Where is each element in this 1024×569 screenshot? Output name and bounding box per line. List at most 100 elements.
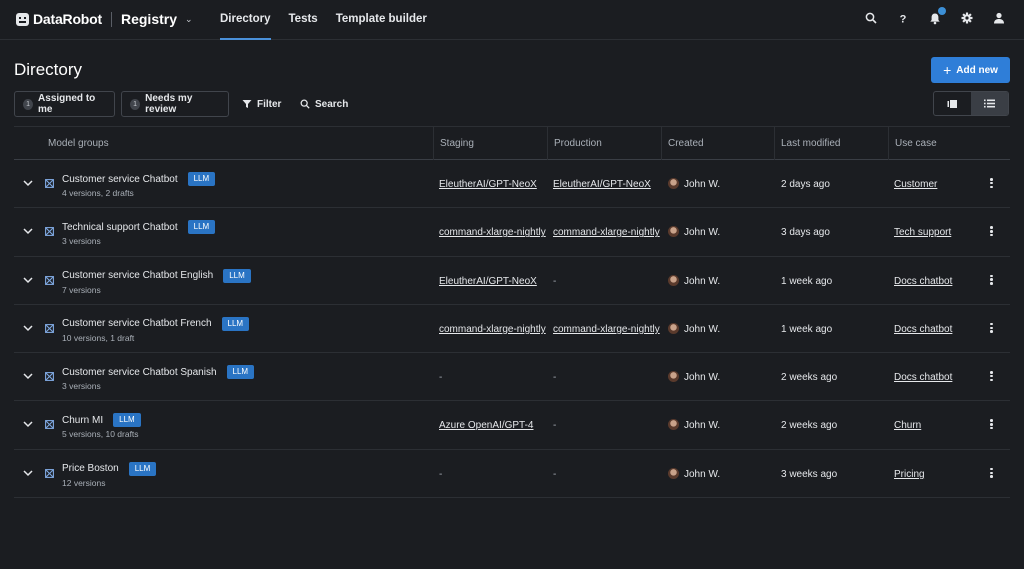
main-tabs: Directory Tests Template builder — [220, 0, 445, 40]
model-group-icon — [45, 275, 54, 285]
model-group-name[interactable]: Technical support Chatbot — [62, 222, 178, 233]
table-row[interactable]: Customer service Chatbot LLM 4 versions,… — [14, 160, 1010, 209]
use-case-link[interactable]: Tech support — [894, 227, 951, 238]
version-count: 12 versions — [62, 477, 106, 488]
assigned-to-me-filter[interactable]: 1 Assigned to me — [14, 91, 115, 117]
review-count: 1 — [130, 98, 141, 110]
search-icon — [300, 99, 310, 109]
more-options-icon[interactable] — [990, 176, 994, 190]
tab-tests[interactable]: Tests — [289, 0, 318, 40]
llm-tag: LLM — [223, 268, 251, 283]
more-options-icon[interactable] — [990, 273, 994, 287]
version-count: 3 versions — [62, 236, 101, 247]
tab-directory[interactable]: Directory — [220, 0, 271, 40]
last-modified: 1 week ago — [781, 275, 833, 287]
use-case-link[interactable]: Customer — [894, 179, 937, 190]
staging-link[interactable]: command-xlarge-nightly — [439, 227, 546, 238]
use-case-link[interactable]: Docs chatbot — [894, 276, 952, 287]
staging-link[interactable]: Azure OpenAI/GPT-4 — [439, 420, 534, 431]
avatar — [668, 274, 679, 286]
model-group-cell: Customer service Chatbot French LLM 10 v… — [62, 316, 250, 343]
llm-tag: LLM — [221, 316, 250, 331]
created-by: John W. — [684, 468, 721, 480]
column-header-model-groups[interactable]: Model groups — [48, 127, 109, 160]
last-modified: 2 weeks ago — [781, 372, 838, 384]
avatar — [668, 178, 679, 189]
model-group-name[interactable]: Churn MI — [62, 415, 103, 426]
staging-link: - — [439, 372, 443, 384]
column-header-staging[interactable]: Staging — [433, 127, 474, 160]
table-row[interactable]: Customer service Chatbot English LLM 7 v… — [14, 257, 1010, 305]
staging-link[interactable]: command-xlarge-nightly — [439, 324, 546, 335]
user-icon[interactable] — [992, 11, 1006, 25]
filter-button[interactable]: Filter — [242, 91, 281, 117]
chevron-down-icon[interactable] — [23, 275, 33, 285]
search-icon[interactable] — [864, 11, 878, 25]
chevron-down-icon[interactable] — [23, 419, 33, 429]
notification-badge — [938, 7, 946, 15]
table-row[interactable]: Customer service Chatbot Spanish LLM 3 v… — [14, 353, 1010, 402]
staging-link[interactable]: EleutherAI/GPT-NeoX — [439, 179, 537, 190]
created-by: John W. — [684, 227, 721, 239]
help-icon[interactable]: ? — [896, 11, 910, 25]
production-link[interactable]: EleutherAI/GPT-NeoX — [553, 179, 651, 190]
tab-template-builder[interactable]: Template builder — [336, 0, 427, 40]
more-options-icon[interactable] — [990, 466, 994, 480]
model-group-name[interactable]: Customer service Chatbot English — [62, 270, 213, 281]
use-case-link[interactable]: Docs chatbot — [894, 372, 952, 383]
table-body: Customer service Chatbot LLM 4 versions,… — [14, 160, 1010, 499]
chevron-down-icon[interactable] — [23, 226, 33, 236]
column-header-created[interactable]: Created — [661, 127, 704, 160]
needs-my-review-filter[interactable]: 1 Needs my review — [121, 91, 229, 117]
column-header-use-case[interactable]: Use case — [888, 127, 937, 160]
card-view-button[interactable] — [934, 92, 971, 115]
use-case-link[interactable]: Docs chatbot — [894, 324, 952, 335]
column-header-last-modified[interactable]: Last modified — [774, 127, 840, 160]
model-group-cell: Churn MI LLM 5 versions, 10 drafts — [62, 413, 141, 439]
search-label: Search — [315, 98, 349, 110]
model-group-name[interactable]: Customer service Chatbot Spanish — [62, 367, 217, 378]
more-options-icon[interactable] — [990, 224, 994, 238]
svg-text:?: ? — [900, 14, 907, 25]
assigned-count: 1 — [23, 98, 34, 110]
table-row[interactable]: Price Boston LLM 12 versions - - John W.… — [14, 450, 1010, 499]
model-group-icon — [45, 227, 54, 237]
more-options-icon[interactable] — [990, 321, 994, 335]
model-group-name[interactable]: Customer service Chatbot — [62, 174, 178, 185]
column-header-production[interactable]: Production — [547, 127, 602, 160]
table-row[interactable]: Technical support Chatbot LLM 3 versions… — [14, 208, 1010, 257]
chevron-down-icon[interactable] — [23, 371, 33, 381]
model-group-name[interactable]: Price Boston — [62, 463, 119, 474]
use-case-link[interactable]: Churn — [894, 420, 921, 431]
list-view-button[interactable] — [971, 92, 1008, 115]
chevron-down-icon[interactable] — [23, 323, 33, 333]
production-link[interactable]: command-xlarge-nightly — [553, 324, 660, 335]
brand-logo[interactable]: DataRobot Registry ⌄ — [16, 11, 193, 27]
llm-tag: LLM — [113, 413, 141, 428]
chevron-down-icon[interactable] — [23, 178, 33, 188]
chevron-down-icon[interactable]: ⌄ — [185, 14, 193, 25]
production-link[interactable]: command-xlarge-nightly — [553, 227, 660, 238]
created-by: John W. — [684, 275, 721, 287]
chevron-down-icon[interactable] — [23, 468, 33, 478]
search-button[interactable]: Search — [300, 91, 348, 117]
plus-icon: + — [943, 62, 952, 78]
more-options-icon[interactable] — [990, 369, 994, 383]
version-count: 7 versions — [62, 284, 101, 295]
use-case-link[interactable]: Pricing — [894, 469, 925, 480]
model-group-name[interactable]: Customer service Chatbot French — [62, 318, 212, 329]
brand-name: DataRobot — [33, 11, 102, 27]
more-options-icon[interactable] — [990, 417, 994, 431]
table-row[interactable]: Customer service Chatbot French LLM 10 v… — [14, 305, 1010, 354]
last-modified: 3 weeks ago — [781, 468, 838, 480]
product-switcher[interactable]: Registry — [121, 11, 177, 27]
llm-tag: LLM — [226, 365, 255, 380]
staging-link[interactable]: EleutherAI/GPT-NeoX — [439, 276, 537, 287]
filter-label: Filter — [257, 98, 282, 110]
add-new-button[interactable]: + Add new — [931, 57, 1010, 83]
settings-icon[interactable] — [960, 11, 974, 25]
top-navigation: DataRobot Registry ⌄ Directory Tests Tem… — [0, 0, 1024, 40]
list-view-icon — [984, 99, 995, 108]
notifications-icon[interactable] — [928, 7, 946, 25]
table-row[interactable]: Churn MI LLM 5 versions, 10 drafts Azure… — [14, 401, 1010, 450]
